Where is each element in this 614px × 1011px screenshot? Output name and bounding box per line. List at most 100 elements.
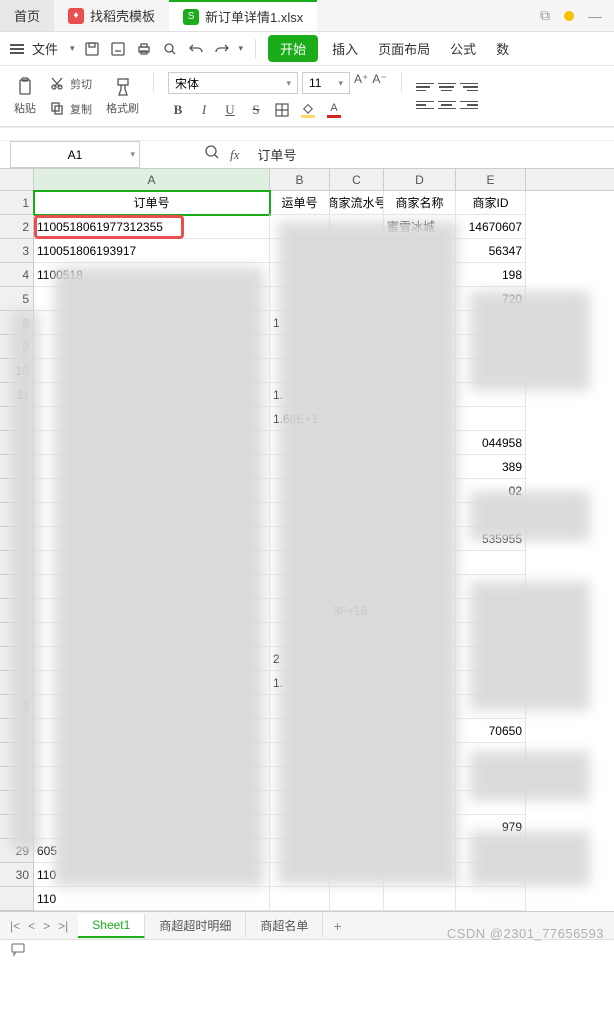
- print-preview-icon[interactable]: [161, 40, 179, 58]
- menu-page-layout[interactable]: 页面布局: [372, 39, 436, 58]
- table-row: 110: [0, 887, 614, 911]
- sheet-last-icon[interactable]: >|: [58, 919, 68, 933]
- chevron-down-icon[interactable]: ▾: [70, 43, 75, 54]
- save-as-icon[interactable]: [109, 40, 127, 58]
- align-top-right-button[interactable]: [460, 80, 478, 94]
- align-top-center-button[interactable]: [438, 80, 456, 94]
- cell[interactable]: 389: [456, 455, 526, 479]
- col-header-b[interactable]: B: [270, 169, 330, 190]
- row-header[interactable]: 1: [0, 191, 34, 215]
- col-header-a[interactable]: A: [34, 169, 270, 190]
- cell[interactable]: [270, 887, 330, 911]
- cell[interactable]: 订单号: [34, 191, 270, 215]
- fx-label[interactable]: fx: [230, 147, 239, 163]
- strikethrough-button[interactable]: S: [246, 100, 266, 120]
- cell[interactable]: 商家ID: [456, 191, 526, 215]
- align-left-button[interactable]: [416, 98, 434, 112]
- tab-template-label: 找稻壳模板: [90, 6, 155, 25]
- tab-home-label: 首页: [14, 6, 40, 25]
- tab-bar: 首页 ♦ 找稻壳模板 S 新订单详情1.xlsx ⧉ —: [0, 0, 614, 32]
- sheet-tab[interactable]: Sheet1: [78, 914, 145, 938]
- print-icon[interactable]: [135, 40, 153, 58]
- format-painter-button[interactable]: [112, 76, 134, 98]
- chat-icon[interactable]: [10, 941, 26, 962]
- sheet-tab[interactable]: 商超超时明细: [145, 913, 246, 938]
- save-icon[interactable]: [83, 40, 101, 58]
- window-minimize-icon[interactable]: —: [588, 8, 602, 24]
- cell[interactable]: 198: [456, 263, 526, 287]
- menu-file[interactable]: 文件: [32, 39, 58, 58]
- cell[interactable]: 商家名称: [384, 191, 456, 215]
- redo-icon[interactable]: [213, 40, 231, 58]
- font-color-button[interactable]: A: [324, 100, 344, 120]
- undo-icon[interactable]: [187, 40, 205, 58]
- add-sheet-button[interactable]: +: [323, 918, 351, 934]
- row-header[interactable]: 3: [0, 239, 34, 263]
- formula-value[interactable]: 订单号: [257, 145, 296, 164]
- zoom-icon[interactable]: [204, 144, 220, 165]
- italic-button[interactable]: I: [194, 100, 214, 120]
- name-box[interactable]: A1 ▾: [10, 141, 140, 168]
- name-row: A1 ▾ fx 订单号: [0, 141, 614, 169]
- col-header-d[interactable]: D: [384, 169, 456, 190]
- cell[interactable]: 商家流水号: [330, 191, 384, 215]
- cell[interactable]: 14670607: [456, 215, 526, 239]
- menu-insert[interactable]: 插入: [326, 39, 364, 58]
- row-header[interactable]: 2: [0, 215, 34, 239]
- sheet-next-icon[interactable]: >: [43, 919, 50, 933]
- row-header[interactable]: 30: [0, 863, 34, 887]
- cell[interactable]: 运单号: [270, 191, 330, 215]
- cell[interactable]: 70650: [456, 719, 526, 743]
- align-top-left-button[interactable]: [416, 80, 434, 94]
- tab-template[interactable]: ♦ 找稻壳模板: [54, 0, 169, 31]
- tab-file[interactable]: S 新订单详情1.xlsx: [169, 0, 317, 31]
- align-center-button[interactable]: [438, 98, 456, 112]
- cell[interactable]: 56347: [456, 239, 526, 263]
- sheet-nav: |< < > >|: [0, 919, 78, 933]
- sheet-first-icon[interactable]: |<: [10, 919, 20, 933]
- menu-start[interactable]: 开始: [268, 35, 318, 62]
- chevron-down-icon[interactable]: ▾: [239, 43, 244, 54]
- font-name-select[interactable]: 宋体▾: [168, 72, 298, 94]
- cell[interactable]: [330, 887, 384, 911]
- menu-bar: 文件 ▾ ▾ 开始 插入 页面布局 公式 数: [0, 32, 614, 66]
- cell[interactable]: 044958: [456, 431, 526, 455]
- fill-color-button[interactable]: [298, 100, 318, 120]
- row-header[interactable]: 5: [0, 287, 34, 311]
- sheet-prev-icon[interactable]: <: [28, 919, 35, 933]
- cell[interactable]: 110: [34, 887, 270, 911]
- font-size-select[interactable]: 11▾: [302, 72, 350, 94]
- chevron-down-icon[interactable]: ▾: [130, 149, 135, 160]
- bold-button[interactable]: B: [168, 100, 188, 120]
- select-all-corner[interactable]: [0, 169, 34, 191]
- menu-data[interactable]: 数: [490, 39, 515, 58]
- name-box-value: A1: [68, 148, 83, 162]
- underline-button[interactable]: U: [220, 100, 240, 120]
- window-dot-icon[interactable]: [564, 11, 574, 21]
- cell[interactable]: 1100518061977312355: [34, 215, 270, 239]
- tab-file-label: 新订单详情1.xlsx: [205, 7, 303, 26]
- divider: [153, 72, 154, 92]
- menu-formula[interactable]: 公式: [444, 39, 482, 58]
- col-header-e[interactable]: E: [456, 169, 526, 190]
- increase-font-button[interactable]: A⁺: [354, 72, 368, 94]
- tab-home[interactable]: 首页: [0, 0, 54, 31]
- decrease-font-button[interactable]: A⁻: [372, 72, 386, 94]
- cell[interactable]: [384, 887, 456, 911]
- cell[interactable]: [456, 887, 526, 911]
- col-header-c[interactable]: C: [330, 169, 384, 190]
- window-restore-icon[interactable]: ⧉: [540, 7, 550, 24]
- cell[interactable]: 110051806193917: [34, 239, 270, 263]
- spreadsheet-icon: S: [183, 9, 199, 25]
- sheet-tab[interactable]: 商超名单: [246, 913, 323, 938]
- cell[interactable]: [456, 407, 526, 431]
- cell[interactable]: [456, 551, 526, 575]
- hamburger-icon[interactable]: [10, 44, 24, 54]
- border-button[interactable]: [272, 100, 292, 120]
- row-header[interactable]: [0, 887, 34, 911]
- copy-button[interactable]: 复制: [50, 101, 92, 117]
- row-header[interactable]: 4: [0, 263, 34, 287]
- align-right-button[interactable]: [460, 98, 478, 112]
- paste-button[interactable]: [14, 76, 36, 98]
- cut-button[interactable]: 剪切: [50, 76, 92, 92]
